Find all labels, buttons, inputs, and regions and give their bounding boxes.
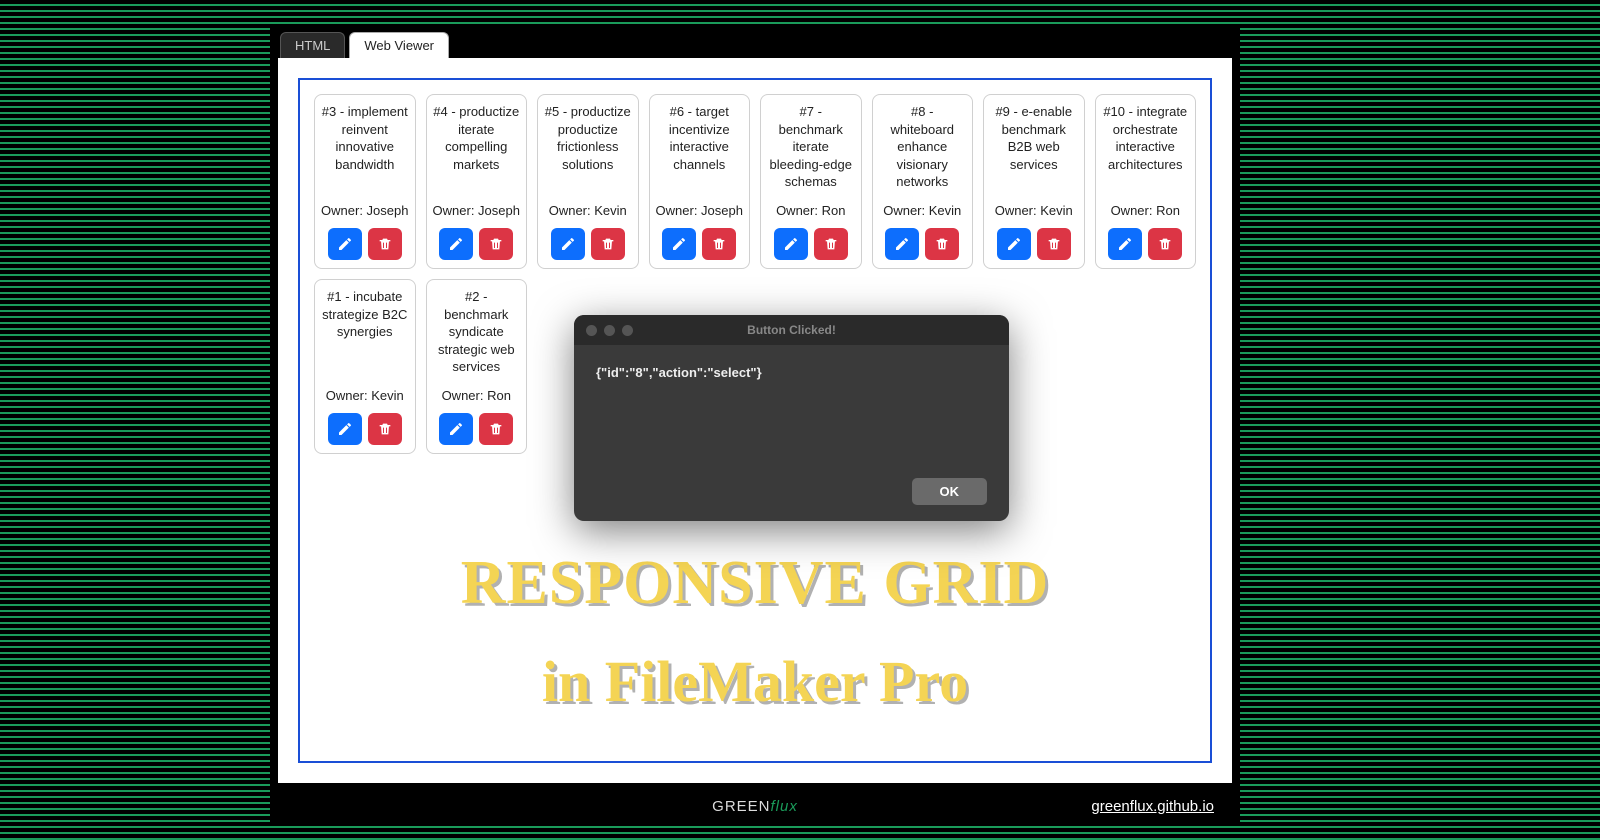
trash-icon [488, 236, 504, 252]
card-actions [1102, 228, 1190, 260]
delete-button[interactable] [479, 413, 513, 445]
card-actions [433, 413, 521, 445]
pencil-icon [1006, 236, 1022, 252]
edit-button[interactable] [662, 228, 696, 260]
delete-button[interactable] [1037, 228, 1071, 260]
selection-frame: #3 - implement reinvent innovative bandw… [298, 78, 1212, 763]
card[interactable]: #9 - e-enable benchmark B2B web services… [983, 94, 1085, 269]
edit-button[interactable] [328, 228, 362, 260]
dialog-title: Button Clicked! [574, 323, 1009, 337]
edit-button[interactable] [997, 228, 1031, 260]
delete-button[interactable] [702, 228, 736, 260]
card-actions [544, 228, 632, 260]
brand-logo: GREENflux [712, 798, 798, 815]
card[interactable]: #4 - productize iterate compelling marke… [426, 94, 528, 269]
footer-bar: GREENflux greenflux.github.io [270, 788, 1240, 824]
card-owner: Owner: Kevin [321, 387, 409, 405]
edit-button[interactable] [439, 413, 473, 445]
edit-button[interactable] [1108, 228, 1142, 260]
card-owner: Owner: Kevin [544, 202, 632, 220]
card-actions [767, 228, 855, 260]
card[interactable]: #3 - implement reinvent innovative bandw… [314, 94, 416, 269]
card-owner: Owner: Kevin [879, 202, 967, 220]
ok-button[interactable]: OK [912, 478, 988, 505]
app-window: HTML Web Viewer #3 - implement reinvent … [270, 24, 1240, 824]
card-text: #3 - implement reinvent innovative bandw… [321, 103, 409, 202]
dialog-message: {"id":"8","action":"select"} [574, 345, 1009, 400]
trash-icon [377, 236, 393, 252]
card-text: #6 - target incentivize interactive chan… [656, 103, 744, 202]
pencil-icon [783, 236, 799, 252]
card-actions [433, 228, 521, 260]
card[interactable]: #6 - target incentivize interactive chan… [649, 94, 751, 269]
card-owner: Owner: Joseph [433, 202, 521, 220]
card-actions [321, 228, 409, 260]
card-actions [656, 228, 744, 260]
edit-button[interactable] [774, 228, 808, 260]
delete-button[interactable] [368, 228, 402, 260]
pencil-icon [448, 236, 464, 252]
delete-button[interactable] [1148, 228, 1182, 260]
trash-icon [600, 236, 616, 252]
trash-icon [711, 236, 727, 252]
card-text: #7 - benchmark iterate bleeding-edge sch… [767, 103, 855, 202]
pencil-icon [560, 236, 576, 252]
footer-link[interactable]: greenflux.github.io [1091, 798, 1214, 815]
card-actions [990, 228, 1078, 260]
card[interactable]: #10 - integrate orchestrate interactive … [1095, 94, 1197, 269]
headline-line2: in FileMaker Pro [300, 648, 1210, 715]
delete-button[interactable] [591, 228, 625, 260]
card-owner: Owner: Joseph [656, 202, 744, 220]
card[interactable]: #8 - whiteboard enhance visionary networ… [872, 94, 974, 269]
brand-text-b: flux [771, 798, 798, 815]
pencil-icon [448, 421, 464, 437]
card-owner: Owner: Kevin [990, 202, 1078, 220]
pencil-icon [337, 421, 353, 437]
card-actions [321, 413, 409, 445]
card-owner: Owner: Ron [433, 387, 521, 405]
card[interactable]: #5 - productize productize frictionless … [537, 94, 639, 269]
delete-button[interactable] [814, 228, 848, 260]
tab-bar: HTML Web Viewer [270, 24, 1240, 58]
card-text: #1 - incubate strategize B2C synergies [321, 288, 409, 387]
trash-icon [488, 421, 504, 437]
headline-line1: RESPONSIVE GRID [300, 548, 1210, 619]
alert-dialog: Button Clicked! {"id":"8","action":"sele… [574, 315, 1009, 521]
pencil-icon [894, 236, 910, 252]
trash-icon [1046, 236, 1062, 252]
edit-button[interactable] [439, 228, 473, 260]
card-grid-row1: #3 - implement reinvent innovative bandw… [314, 94, 1196, 269]
card-text: #4 - productize iterate compelling marke… [433, 103, 521, 202]
trash-icon [823, 236, 839, 252]
dialog-titlebar: Button Clicked! [574, 315, 1009, 345]
pencil-icon [671, 236, 687, 252]
card-text: #8 - whiteboard enhance visionary networ… [879, 103, 967, 202]
delete-button[interactable] [925, 228, 959, 260]
card-owner: Owner: Joseph [321, 202, 409, 220]
trash-icon [377, 421, 393, 437]
card-text: #5 - productize productize frictionless … [544, 103, 632, 202]
card-actions [879, 228, 967, 260]
pencil-icon [1117, 236, 1133, 252]
card-owner: Owner: Ron [1102, 202, 1190, 220]
card[interactable]: #7 - benchmark iterate bleeding-edge sch… [760, 94, 862, 269]
brand-text-a: GREEN [712, 798, 770, 815]
edit-button[interactable] [885, 228, 919, 260]
delete-button[interactable] [368, 413, 402, 445]
card[interactable]: #1 - incubate strategize B2C synergiesOw… [314, 279, 416, 454]
tab-html[interactable]: HTML [280, 32, 345, 58]
edit-button[interactable] [328, 413, 362, 445]
content-area: #3 - implement reinvent innovative bandw… [278, 58, 1232, 783]
delete-button[interactable] [479, 228, 513, 260]
trash-icon [1157, 236, 1173, 252]
card-owner: Owner: Ron [767, 202, 855, 220]
card-text: #10 - integrate orchestrate interactive … [1102, 103, 1190, 202]
card-text: #2 - benchmark syndicate strategic web s… [433, 288, 521, 387]
trash-icon [934, 236, 950, 252]
card-text: #9 - e-enable benchmark B2B web services [990, 103, 1078, 202]
card[interactable]: #2 - benchmark syndicate strategic web s… [426, 279, 528, 454]
pencil-icon [337, 236, 353, 252]
edit-button[interactable] [551, 228, 585, 260]
tab-web-viewer[interactable]: Web Viewer [349, 32, 449, 58]
